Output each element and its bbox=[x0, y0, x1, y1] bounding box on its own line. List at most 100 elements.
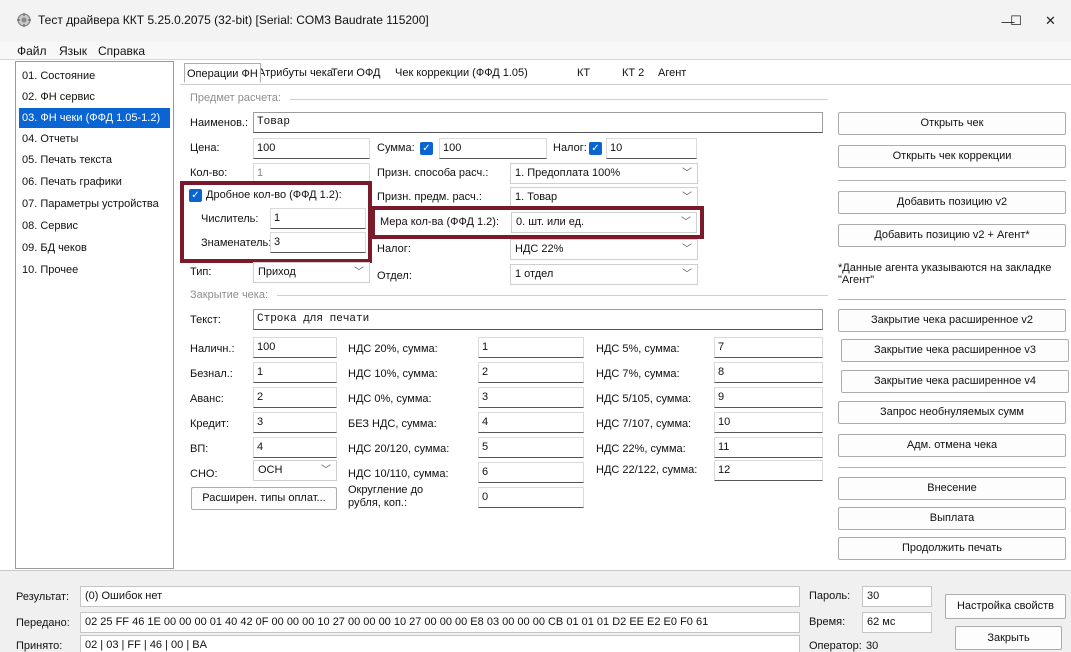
vat-input[interactable]: 8 bbox=[714, 362, 823, 383]
vat-input[interactable]: 1 bbox=[478, 337, 584, 358]
vat-input[interactable]: 9 bbox=[714, 387, 823, 408]
sidebar-item-fn-checks[interactable]: 03. ФН чеки (ФФД 1.05-1.2) bbox=[19, 108, 170, 128]
close-check-ext-v3-button[interactable]: Закрытие чека расширенное v3 bbox=[841, 339, 1069, 362]
cash-input[interactable]: 100 bbox=[253, 337, 337, 358]
denominator-input[interactable]: 3 bbox=[270, 232, 366, 253]
price-label: Цена: bbox=[190, 142, 220, 154]
sidebar-item-print-text[interactable]: 05. Печать текста bbox=[19, 150, 170, 170]
add-item-v2-button[interactable]: Добавить позицию v2 bbox=[838, 191, 1066, 214]
close-button[interactable]: Закрыть bbox=[955, 626, 1062, 650]
vat-label: НДС 0%, сумма: bbox=[348, 393, 432, 405]
item-kind-select[interactable]: 1. Товар ﹀ bbox=[510, 187, 698, 208]
close-window-button[interactable]: ✕ bbox=[1030, 0, 1071, 42]
open-check-button[interactable]: Открыть чек bbox=[838, 112, 1066, 135]
pay-method-select[interactable]: 1. Предоплата 100% ﹀ bbox=[510, 163, 698, 184]
admin-cancel-check-button[interactable]: Адм. отмена чека bbox=[838, 434, 1066, 457]
type-select[interactable]: Приход ﹀ bbox=[253, 262, 370, 283]
sidebar-item-fn-service[interactable]: 02. ФН сервис bbox=[19, 87, 170, 107]
sum-checkbox[interactable]: ✓ bbox=[420, 142, 433, 155]
tax-checkbox[interactable]: ✓ bbox=[589, 142, 602, 155]
sno-select[interactable]: ОСН ﹀ bbox=[253, 460, 337, 481]
section-list[interactable]: 01. Состояние 02. ФН сервис 03. ФН чеки … bbox=[15, 61, 174, 569]
closing-group-line bbox=[277, 295, 828, 296]
type-label: Тип: bbox=[190, 266, 212, 278]
vat-input[interactable]: 5 bbox=[478, 437, 584, 458]
fraction-checkbox[interactable]: ✓ bbox=[189, 189, 202, 202]
measure-value: 0. шт. или ед. bbox=[516, 216, 585, 228]
tab-correction-check[interactable]: Чек коррекции (ФФД 1.05) bbox=[393, 63, 530, 83]
vat-input[interactable]: 12 bbox=[714, 460, 823, 481]
vat-label: НДС 7%, сумма: bbox=[596, 368, 680, 380]
divider bbox=[838, 180, 1066, 181]
continue-print-button[interactable]: Продолжить печать bbox=[838, 537, 1066, 560]
quantity-label: Кол-во: bbox=[190, 167, 228, 179]
tab-check-attributes[interactable]: Атрибуты чека bbox=[256, 63, 335, 83]
sidebar-item-print-graphics[interactable]: 06. Печать графики bbox=[19, 172, 170, 192]
open-correction-check-button[interactable]: Открыть чек коррекции bbox=[838, 145, 1066, 168]
close-check-ext-v2-button[interactable]: Закрытие чека расширенное v2 bbox=[838, 309, 1066, 332]
tax2-select[interactable]: НДС 22% ﹀ bbox=[510, 239, 698, 260]
type-value: Приход bbox=[258, 266, 296, 278]
menu-language[interactable]: Язык bbox=[59, 44, 87, 58]
vat-label: НДС 22%, сумма: bbox=[596, 443, 686, 455]
rounding-label: Округление до bbox=[348, 484, 424, 496]
vat-input[interactable]: 10 bbox=[714, 412, 823, 433]
sidebar-item-state[interactable]: 01. Состояние bbox=[19, 66, 170, 86]
vp-input[interactable]: 4 bbox=[253, 437, 337, 458]
price-input[interactable]: 100 bbox=[253, 138, 370, 159]
sidebar-item-reports[interactable]: 04. Отчеты bbox=[19, 129, 170, 149]
vat-input[interactable]: 2 bbox=[478, 362, 584, 383]
numerator-input[interactable]: 1 bbox=[270, 208, 366, 229]
sno-label: СНО: bbox=[190, 468, 218, 480]
received-field: 02 | 03 | FF | 46 | 00 | BA bbox=[80, 635, 800, 652]
tax-label: Налог: bbox=[553, 142, 587, 154]
payout-button[interactable]: Выплата bbox=[838, 507, 1066, 530]
tax-input[interactable]: 10 bbox=[606, 138, 697, 159]
close-check-ext-v4-button[interactable]: Закрытие чека расширенное v4 bbox=[841, 370, 1069, 393]
menu-help[interactable]: Справка bbox=[98, 44, 145, 58]
credit-input[interactable]: 3 bbox=[253, 412, 337, 433]
chevron-down-icon: ﹀ bbox=[354, 267, 364, 278]
time-label: Время: bbox=[809, 616, 846, 628]
tab-ofd-tags[interactable]: Теги ОФД bbox=[329, 63, 382, 83]
subject-group-label: Предмет расчета: bbox=[190, 92, 281, 104]
vat-label: НДС 22/122, сумма: bbox=[596, 464, 698, 476]
measure-label: Мера кол-ва (ФФД 1.2): bbox=[380, 216, 500, 228]
sidebar-item-device-params[interactable]: 07. Параметры устройства bbox=[19, 194, 170, 214]
tab-fn-operations[interactable]: Операции ФН bbox=[184, 63, 261, 83]
advance-input[interactable]: 2 bbox=[253, 387, 337, 408]
dept-select[interactable]: 1 отдел ﹀ bbox=[510, 264, 698, 285]
vat-input[interactable]: 4 bbox=[478, 412, 584, 433]
vat-label: НДС 5%, сумма: bbox=[596, 343, 680, 355]
chevron-down-icon: ﹀ bbox=[321, 465, 331, 476]
name-input[interactable]: Товар bbox=[253, 112, 823, 133]
sum-input[interactable]: 100 bbox=[439, 138, 547, 159]
tab-kt2[interactable]: КТ 2 bbox=[620, 63, 646, 83]
vat-input[interactable]: 6 bbox=[478, 462, 584, 483]
password-input[interactable]: 30 bbox=[862, 586, 932, 607]
ext-payment-types-button[interactable]: Расширен. типы оплат... bbox=[191, 487, 337, 510]
sidebar-item-service[interactable]: 08. Сервис bbox=[19, 216, 170, 236]
text-input[interactable]: Строка для печати bbox=[253, 309, 823, 330]
sno-value: ОСН bbox=[258, 464, 283, 476]
vat-input[interactable]: 7 bbox=[714, 337, 823, 358]
text-label: Текст: bbox=[190, 314, 221, 326]
fraction-label: Дробное кол-во (ФФД 1.2): bbox=[206, 189, 342, 201]
agent-note-line-1: *Данные агента указываются на закладке bbox=[838, 262, 1052, 274]
vat-input[interactable]: 3 bbox=[478, 387, 584, 408]
measure-select[interactable]: 0. шт. или ед. ﹀ bbox=[511, 212, 697, 233]
cashless-input[interactable]: 1 bbox=[253, 362, 337, 383]
deposit-button[interactable]: Внесение bbox=[838, 477, 1066, 500]
result-label: Результат: bbox=[16, 591, 70, 603]
vat-input[interactable]: 11 bbox=[714, 437, 823, 458]
tab-agent[interactable]: Агент bbox=[656, 63, 688, 83]
menu-file[interactable]: Файл bbox=[17, 44, 47, 58]
request-nonzero-sums-button[interactable]: Запрос необнуляемых сумм bbox=[838, 401, 1066, 424]
sidebar-item-checks-db[interactable]: 09. БД чеков bbox=[19, 238, 170, 258]
settings-button[interactable]: Настройка свойств bbox=[945, 594, 1066, 619]
tab-kt[interactable]: КТ bbox=[575, 63, 592, 83]
divider bbox=[838, 299, 1066, 300]
add-item-v2-agent-button[interactable]: Добавить позицию v2 + Агент* bbox=[838, 224, 1066, 247]
sidebar-item-other[interactable]: 10. Прочее bbox=[19, 260, 170, 280]
rounding-input[interactable]: 0 bbox=[478, 487, 584, 508]
